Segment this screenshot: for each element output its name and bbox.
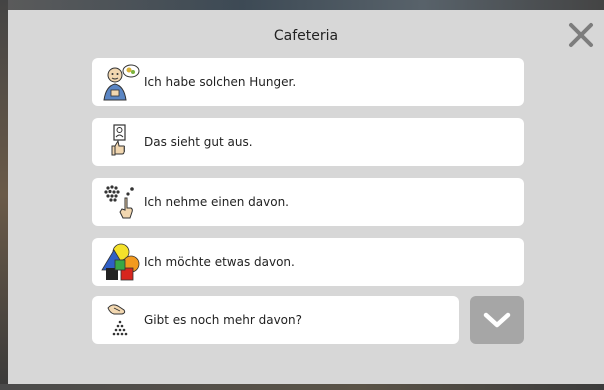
phrase-label: Ich möchte etwas davon. xyxy=(144,255,295,269)
phrase-button-want-some[interactable]: Ich möchte etwas davon. xyxy=(92,238,524,286)
phrase-label: Das sieht gut aus. xyxy=(144,135,253,149)
phrase-button-hunger[interactable]: Ich habe solchen Hunger. xyxy=(92,58,524,106)
phrase-button-more[interactable]: Gibt es noch mehr davon? xyxy=(92,296,459,344)
phrase-label: Ich nehme einen davon. xyxy=(144,195,289,209)
close-icon xyxy=(569,23,593,47)
phrase-button-looks-good[interactable]: Das sieht gut aus. xyxy=(92,118,524,166)
phrase-dialog: Cafeteria Ich habe solchen Hunger. Das s… xyxy=(8,10,604,384)
background-left xyxy=(0,0,8,390)
close-button[interactable] xyxy=(566,20,596,50)
shapes-icon xyxy=(100,242,140,282)
background-bottom xyxy=(0,384,604,390)
hungry-person-icon xyxy=(100,62,140,102)
chevron-down-icon xyxy=(483,312,511,328)
take-one-icon xyxy=(100,182,140,222)
thumbs-up-photo-icon xyxy=(100,122,140,162)
background-top xyxy=(0,0,604,10)
phrase-button-take-one[interactable]: Ich nehme einen davon. xyxy=(92,178,524,226)
more-of-it-icon xyxy=(100,300,140,340)
phrase-label: Ich habe solchen Hunger. xyxy=(144,75,297,89)
phrase-label: Gibt es noch mehr davon? xyxy=(144,313,302,327)
dialog-title: Cafeteria xyxy=(273,28,339,44)
scroll-down-button[interactable] xyxy=(470,296,524,344)
